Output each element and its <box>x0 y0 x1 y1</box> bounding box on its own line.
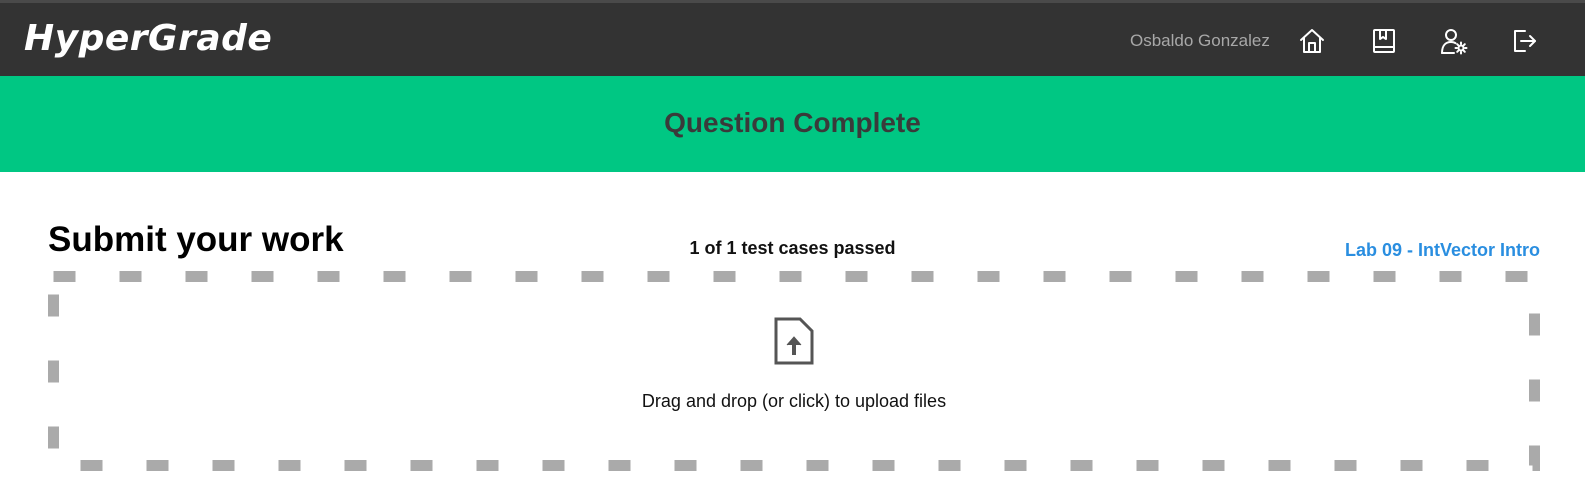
dropzone-text: Drag and drop (or click) to upload files <box>641 391 947 411</box>
logout-icon[interactable] <box>1510 27 1538 55</box>
status-banner: Question Complete <box>0 76 1585 172</box>
file-upload-icon <box>774 317 814 365</box>
file-dropzone[interactable]: Drag and drop (or click) to upload files <box>48 271 1540 471</box>
user-settings-icon[interactable] <box>1440 27 1468 55</box>
user-name: Osbaldo Gonzalez <box>1130 31 1270 50</box>
dropzone-border <box>48 271 1540 471</box>
home-icon[interactable] <box>1298 27 1326 55</box>
top-navbar: HyperGrade Osbaldo Gonzalez <box>0 0 1585 76</box>
app-logo[interactable]: HyperGrade <box>24 15 272 63</box>
lab-link[interactable]: Lab 09 - IntVector Intro <box>1345 239 1540 261</box>
book-icon[interactable] <box>1370 27 1398 55</box>
banner-text: Question Complete <box>664 107 921 138</box>
